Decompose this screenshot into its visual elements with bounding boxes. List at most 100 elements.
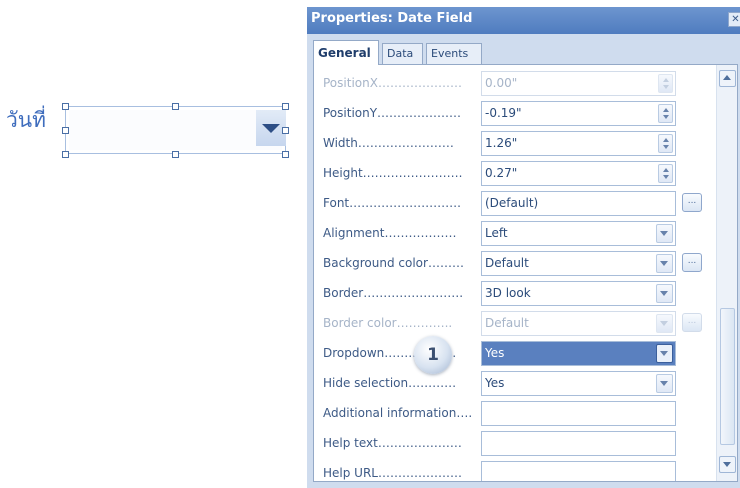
property-row: Help URL………………… (314, 458, 734, 481)
property-value: Yes (485, 376, 505, 390)
chevron-down-icon (663, 175, 669, 179)
property-row: Alignment……………… Left (314, 218, 734, 248)
property-label: PositionX………………… (323, 76, 462, 90)
property-value: Default (485, 256, 529, 270)
chevron-down-icon (660, 381, 668, 386)
property-value: Left (485, 226, 508, 240)
property-value: -0.19" (485, 106, 522, 120)
property-value: Default (485, 316, 529, 330)
resize-handle-top-right[interactable] (282, 103, 289, 110)
callout-number: 1 (427, 345, 439, 365)
resize-handle-top[interactable] (172, 103, 179, 110)
chevron-up-icon (663, 168, 669, 172)
property-value: 1.26" (485, 136, 518, 150)
dropdown-button[interactable] (656, 224, 673, 243)
property-select[interactable]: Default (481, 251, 676, 276)
property-select[interactable]: Yes (481, 371, 676, 396)
dropdown-button[interactable] (656, 344, 673, 363)
property-input[interactable]: (Default) (481, 191, 676, 216)
property-select[interactable]: Default (481, 311, 676, 336)
resize-handle-top-left[interactable] (62, 103, 69, 110)
property-select[interactable]: 3D look (481, 281, 676, 306)
dropdown-button[interactable] (656, 254, 673, 273)
property-spin-input[interactable]: 1.26" (481, 131, 676, 156)
scroll-down-button[interactable] (719, 456, 736, 473)
callout-badge: 1 (414, 336, 452, 374)
properties-panel: Properties: Date Field ✕ General Data Ev… (307, 7, 740, 488)
property-select[interactable]: Yes (481, 341, 676, 366)
vertical-scrollbar[interactable] (716, 65, 737, 481)
property-label: Additional information…. (323, 406, 473, 420)
tab-events[interactable]: Events (426, 43, 482, 64)
chevron-down-icon (660, 351, 668, 356)
property-label: Border……………………. (323, 286, 464, 300)
date-field-control[interactable] (65, 106, 286, 154)
scroll-up-button[interactable] (719, 70, 736, 87)
property-row: PositionY………………… -0.19" (314, 98, 734, 128)
property-spin-input[interactable]: -0.19" (481, 101, 676, 126)
tab-data[interactable]: Data (382, 43, 423, 64)
resize-handle-bottom[interactable] (172, 151, 179, 158)
property-row: Dropdown……………… Yes (314, 338, 734, 368)
close-icon[interactable]: ✕ (728, 12, 740, 27)
resize-handle-bottom-right[interactable] (282, 151, 289, 158)
property-spin-input[interactable]: 0.27" (481, 161, 676, 186)
chevron-down-icon (660, 321, 668, 326)
property-value: 0.00" (485, 76, 518, 90)
spinner-icon[interactable] (658, 134, 673, 153)
property-row: Width…………………… 1.26" (314, 128, 734, 158)
property-value: 0.27" (485, 166, 518, 180)
property-label: Help URL………………… (323, 466, 462, 480)
chevron-down-icon (660, 261, 668, 266)
spinner-icon[interactable] (658, 104, 673, 123)
property-select[interactable]: Left (481, 221, 676, 246)
dropdown-button[interactable] (656, 314, 673, 333)
tab-general[interactable]: General (313, 40, 379, 65)
resize-handle-right[interactable] (282, 127, 289, 134)
property-label: Background color……… (323, 256, 464, 270)
ellipsis-button[interactable]: ... (682, 313, 702, 332)
property-row: Additional information…. (314, 398, 734, 428)
spinner-icon[interactable] (658, 74, 673, 93)
property-label: Alignment……………… (323, 226, 457, 240)
spinner-icon[interactable] (658, 164, 673, 183)
resize-handle-bottom-left[interactable] (62, 151, 69, 158)
property-row: Border color………….. Default... (314, 308, 734, 338)
property-input[interactable] (481, 431, 676, 456)
chevron-down-icon (660, 291, 668, 296)
property-input[interactable] (481, 461, 676, 481)
property-value: 3D look (485, 286, 531, 300)
resize-handle-left[interactable] (62, 127, 69, 134)
properties-grid: Help URL………………… Help text………………… Additiona… (313, 64, 738, 482)
panel-title-bar: Properties: Date Field ✕ (307, 7, 740, 34)
property-input[interactable] (481, 401, 676, 426)
property-row: Font………………………. (Default)... (314, 188, 734, 218)
chevron-down-icon (723, 462, 731, 467)
date-field-input[interactable] (69, 110, 282, 150)
property-value: Yes (485, 346, 505, 360)
ellipsis-button[interactable]: ... (682, 253, 702, 272)
property-label: Font………………………. (323, 196, 461, 210)
chevron-down-icon (262, 124, 280, 133)
property-row: Border……………………. 3D look (314, 278, 734, 308)
property-label: PositionY………………… (323, 106, 462, 120)
property-row: PositionX………………… 0.00" (314, 68, 734, 98)
property-row: Height……………………. 0.27" (314, 158, 734, 188)
chevron-up-icon (663, 78, 669, 82)
property-spin-input[interactable]: 0.00" (481, 71, 676, 96)
chevron-up-icon (723, 75, 731, 80)
property-label: Help text………………… (323, 436, 462, 450)
dropdown-button[interactable] (656, 374, 673, 393)
property-label: Dropdown……………… (323, 346, 457, 360)
chevron-down-icon (663, 115, 669, 119)
dropdown-button[interactable] (656, 284, 673, 303)
scrollbar-thumb[interactable] (720, 308, 735, 445)
field-label-date: วันที่ (6, 108, 46, 132)
property-label: Hide selection………… (323, 376, 457, 390)
property-label: Height……………………. (323, 166, 463, 180)
panel-title: Properties: Date Field (311, 11, 473, 26)
property-row: Background color……… Default... (314, 248, 734, 278)
ellipsis-button[interactable]: ... (682, 193, 702, 212)
chevron-up-icon (663, 108, 669, 112)
chevron-down-icon (660, 231, 668, 236)
